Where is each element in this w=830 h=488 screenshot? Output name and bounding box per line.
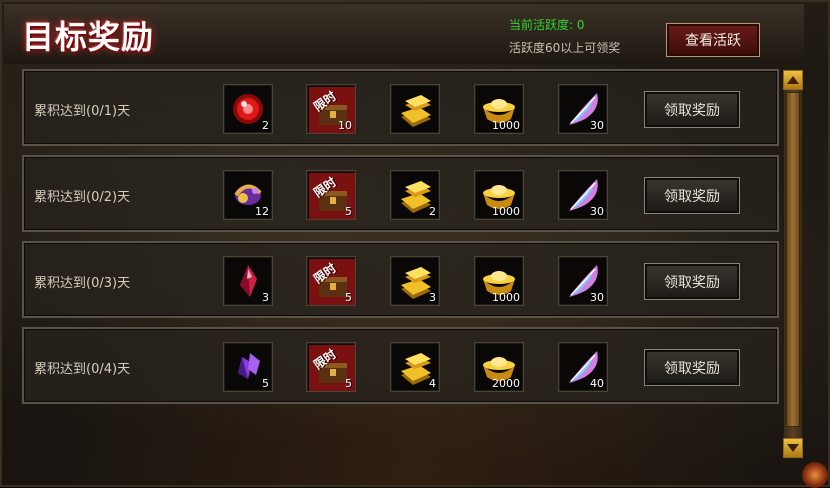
reward-row: 累积达到(0/2)天 12 限时 5 2 1000 30 领取奖励	[22, 155, 779, 232]
item-quantity: 2000	[492, 377, 520, 390]
item-quantity: 5	[345, 205, 352, 218]
item-quantity: 3	[429, 291, 436, 304]
reward-item-slot[interactable]: 30	[558, 170, 608, 220]
reward-item-slot[interactable]: 30	[558, 84, 608, 134]
item-quantity: 30	[590, 205, 604, 218]
activity-score: 当前活跃度: 0	[509, 18, 585, 32]
reward-item-slot[interactable]: 12	[223, 170, 273, 220]
reward-item-slot[interactable]: 1000	[474, 170, 524, 220]
reward-item-slot[interactable]	[390, 84, 440, 134]
reward-row-label: 累积达到(0/2)天	[34, 190, 131, 205]
view-activity-button[interactable]: 查看活跃	[666, 23, 760, 57]
item-quantity: 5	[345, 291, 352, 304]
item-quantity: 4	[429, 377, 436, 390]
arrow-down-icon	[787, 444, 799, 452]
item-quantity: 12	[255, 205, 269, 218]
reward-item-slot[interactable]: 限时 5	[306, 170, 356, 220]
reward-item-slot[interactable]: 5	[223, 342, 273, 392]
reward-item-slot[interactable]: 2	[390, 170, 440, 220]
reward-panel: 目标奖励 当前活跃度: 0 活跃度60以上可领奖 查看活跃 累积达到(0/1)天…	[0, 0, 830, 488]
claim-reward-button[interactable]: 领取奖励	[644, 263, 740, 300]
reward-item-slot[interactable]: 2000	[474, 342, 524, 392]
item-quantity: 10	[338, 119, 352, 132]
item-quantity: 2	[429, 205, 436, 218]
reward-item-slot[interactable]: 30	[558, 256, 608, 306]
reward-item-slot[interactable]: 限时 5	[306, 342, 356, 392]
item-quantity: 3	[262, 291, 269, 304]
reward-item-slot[interactable]: 1000	[474, 84, 524, 134]
panel-title: 目标奖励	[22, 18, 155, 56]
item-quantity: 5	[262, 377, 269, 390]
reward-row-label: 累积达到(0/1)天	[34, 104, 131, 119]
gold-bars-icon	[401, 95, 431, 127]
item-quantity: 30	[590, 291, 604, 304]
item-quantity: 1000	[492, 291, 520, 304]
claim-reward-button[interactable]: 领取奖励	[644, 177, 740, 214]
reward-item-slot[interactable]: 4	[390, 342, 440, 392]
item-quantity: 5	[345, 377, 352, 390]
item-quantity: 2	[262, 119, 269, 132]
arrow-up-icon	[787, 76, 799, 84]
reward-row-label: 累积达到(0/4)天	[34, 362, 131, 377]
item-quantity: 1000	[492, 119, 520, 132]
activity-hint: 活跃度60以上可领奖	[509, 41, 621, 55]
reward-item-slot[interactable]: 2	[223, 84, 273, 134]
scroll-up-button[interactable]	[783, 70, 803, 90]
scrollbar-thumb[interactable]	[786, 92, 800, 427]
reward-item-slot[interactable]: 限时 10	[306, 84, 356, 134]
reward-item-slot[interactable]: 限时 5	[306, 256, 356, 306]
scroll-down-button[interactable]	[783, 438, 803, 458]
reward-row-label: 累积达到(0/3)天	[34, 276, 131, 291]
reward-item-slot[interactable]: 40	[558, 342, 608, 392]
item-quantity: 30	[590, 119, 604, 132]
reward-row: 累积达到(0/3)天 3 限时 5 3 1000 30 领取奖励	[22, 241, 779, 318]
item-quantity: 1000	[492, 205, 520, 218]
corner-ornament	[802, 462, 828, 488]
reward-item-slot[interactable]: 3	[223, 256, 273, 306]
claim-reward-button[interactable]: 领取奖励	[644, 91, 740, 128]
reward-item-slot[interactable]: 3	[390, 256, 440, 306]
reward-row: 累积达到(0/1)天 2 限时 10 1000 30 领取奖励	[22, 69, 779, 146]
reward-item-slot[interactable]: 1000	[474, 256, 524, 306]
claim-reward-button[interactable]: 领取奖励	[644, 349, 740, 386]
item-quantity: 40	[590, 377, 604, 390]
reward-row: 累积达到(0/4)天 5 限时 5 4 2000 40 领取奖励	[22, 327, 779, 404]
